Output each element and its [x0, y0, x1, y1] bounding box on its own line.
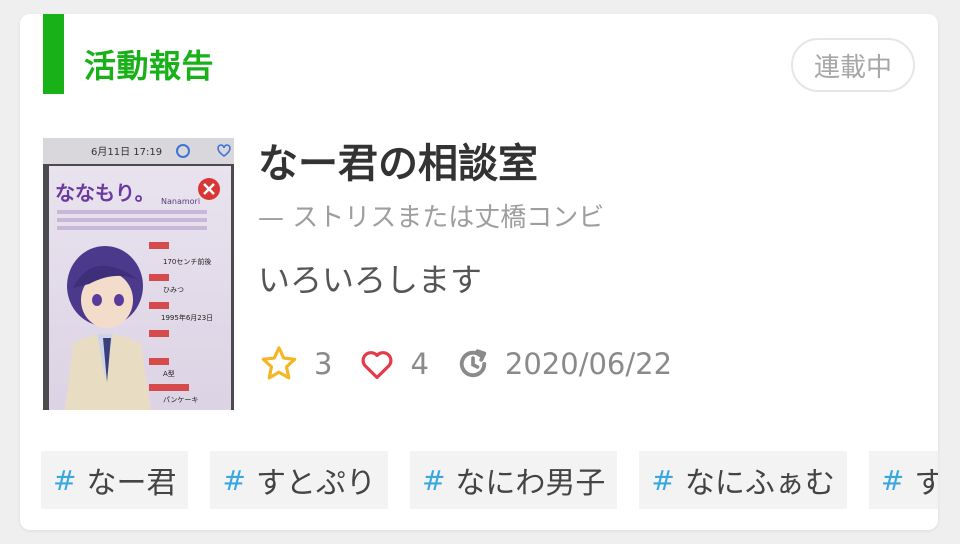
cover-name: ななもり。	[55, 181, 155, 205]
cover-food: パンケーキ	[163, 396, 198, 404]
cover-name-en: Nanamori	[161, 197, 200, 206]
section-title: 活動報告	[84, 47, 215, 85]
hash-icon: #	[651, 463, 675, 497]
story-author[interactable]: — ストリスまたは丈橋コンビ	[258, 200, 604, 236]
story-description: いろいろします	[258, 261, 483, 299]
hash-icon: #	[421, 463, 446, 497]
story-card[interactable]: 活動報告 連載中 6月11日 17:19 ななもり。 Nanamori 170セ…	[20, 14, 938, 530]
star-icon	[261, 346, 297, 380]
cover-birthday: 1995年6月23日	[161, 313, 213, 322]
star-count-value: 3	[314, 347, 333, 381]
cover-image[interactable]: 6月11日 17:19 ななもり。 Nanamori 170センチ前後 ひみつ …	[43, 138, 234, 410]
tag-chip[interactable]: # なにふぁむ	[639, 451, 847, 509]
tag-chip[interactable]: # すとぷり	[210, 451, 388, 509]
tag-label: すとぷり	[255, 466, 376, 501]
cover-secret: ひみつ	[163, 286, 184, 294]
tag-label: なにわ男子	[455, 466, 606, 501]
cover-height: 170センチ前後	[163, 257, 211, 266]
tag-label: す	[914, 466, 938, 501]
tag-list: # なー君 # すとぷり # なにわ男子 # なにふぁむ # す	[41, 451, 938, 509]
tag-chip[interactable]: # す	[868, 451, 938, 509]
star-count: 3	[258, 343, 332, 385]
tag-label: なー君	[86, 466, 177, 501]
like-count: 4	[358, 345, 429, 383]
heart-icon	[362, 351, 393, 380]
clock-refresh-icon	[459, 349, 487, 378]
like-count-value: 4	[410, 347, 429, 381]
section-accent-bar	[43, 14, 64, 94]
hash-icon: #	[53, 463, 77, 497]
status-badge: 連載中	[791, 38, 915, 92]
hash-icon: #	[222, 463, 246, 497]
story-title[interactable]: なー君の相談室	[258, 138, 538, 190]
hash-icon: #	[880, 463, 905, 497]
story-stats: 3 4 2020/06/22	[258, 342, 698, 386]
cover-time: 6月11日 17:19	[91, 146, 162, 158]
cover-blood: A型	[163, 369, 175, 378]
tag-chip[interactable]: # なー君	[41, 451, 189, 509]
updated-date: 2020/06/22	[455, 346, 672, 382]
tag-chip[interactable]: # なにわ男子	[409, 451, 618, 509]
tag-label: なにふぁむ	[684, 466, 835, 501]
updated-date-value: 2020/06/22	[504, 347, 673, 381]
